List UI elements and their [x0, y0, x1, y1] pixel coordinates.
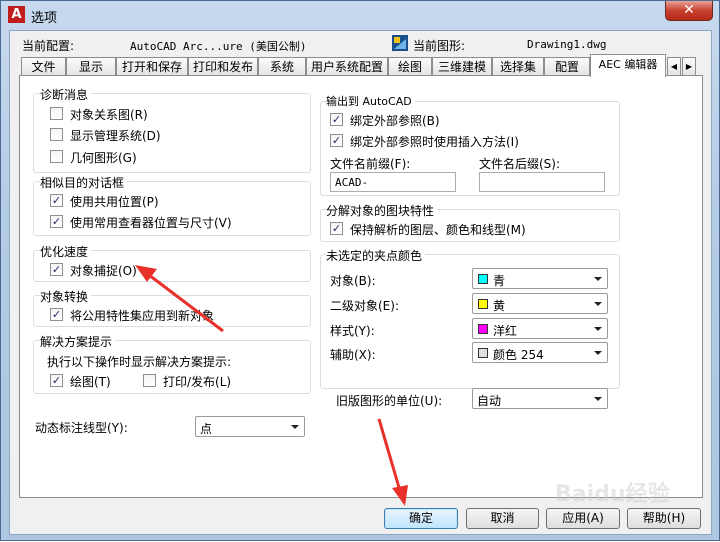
arrow-to-ok-button-icon: [377, 418, 408, 506]
annotation-arrows: [135, 265, 408, 506]
arrow-to-object-snap-icon: [135, 265, 224, 333]
tab-aec-editor[interactable]: AEC 编辑器: [590, 54, 666, 77]
options-dialog: A 选项 ✕ 当前配置: AutoCAD Arc...ure (美国公制) 当前…: [0, 0, 720, 541]
